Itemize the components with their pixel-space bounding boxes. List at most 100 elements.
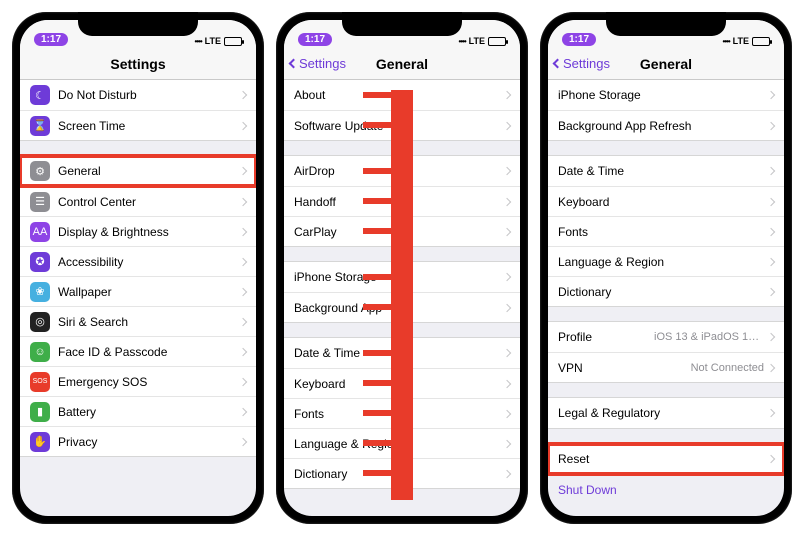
highlight-tick (363, 440, 391, 446)
highlight-tick (363, 198, 391, 204)
row-screen-time[interactable]: ⌛Screen Time (20, 110, 256, 140)
row-label: Keyboard (558, 195, 768, 209)
highlight-tick (363, 350, 391, 356)
chevron-right-icon (503, 409, 511, 417)
row-accessibility[interactable]: ✪Accessibility (20, 246, 256, 276)
page-title: General (640, 56, 692, 72)
row-reset[interactable]: Reset (548, 444, 784, 474)
row-label: Siri & Search (58, 315, 240, 329)
chevron-left-icon (289, 59, 299, 69)
row-battery[interactable]: ▮Battery (20, 396, 256, 426)
shut-down-button[interactable]: Shut Down (548, 475, 784, 505)
chevron-right-icon (767, 455, 775, 463)
row-label: VPN (558, 361, 691, 375)
chevron-right-icon (503, 121, 511, 129)
carrier-label: LTE (733, 36, 749, 46)
wallpaper-icon: ❀ (30, 282, 50, 302)
chevron-right-icon (767, 409, 775, 417)
chevron-right-icon (767, 121, 775, 129)
row-label: Screen Time (58, 119, 240, 133)
row-label: Date & Time (558, 164, 768, 178)
siri-icon: ◎ (30, 312, 50, 332)
back-button[interactable]: Settings (554, 56, 610, 71)
settings-group: ☾Do Not Disturb⌛Screen Time (20, 80, 256, 141)
status-time: 1:17 (34, 33, 68, 46)
row-privacy[interactable]: ✋Privacy (20, 426, 256, 456)
back-button[interactable]: Settings (290, 56, 346, 71)
row-display-brightness[interactable]: AADisplay & Brightness (20, 216, 256, 246)
settings-group: ProfileiOS 13 & iPadOS 13 Beta Softwar..… (548, 321, 784, 383)
highlight-tick (363, 168, 391, 174)
highlight-bar (391, 90, 413, 500)
switches-icon: ☰ (30, 192, 50, 212)
back-label: Settings (563, 56, 610, 71)
row-date-time[interactable]: Date & Time (548, 156, 784, 186)
general-list-scrolled[interactable]: iPhone StorageBackground App Refresh Date… (548, 80, 784, 516)
row-general[interactable]: ⚙ General (20, 156, 256, 186)
moon-icon: ☾ (30, 85, 50, 105)
highlight-tick (363, 380, 391, 386)
signal-icon: •••• (194, 37, 201, 46)
chevron-right-icon (767, 363, 775, 371)
battery-icon: ▮ (30, 402, 50, 422)
highlight-tick (363, 274, 391, 280)
row-control-center[interactable]: ☰Control Center (20, 186, 256, 216)
page-title: General (376, 56, 428, 72)
settings-list[interactable]: ☾Do Not Disturb⌛Screen Time ⚙ General ☰Cont… (20, 80, 256, 516)
settings-group: Date & Time Keyboard FontsLanguage & Regio… (548, 155, 784, 307)
faceid-icon: ☺ (30, 342, 50, 362)
row-profile[interactable]: ProfileiOS 13 & iPadOS 13 Beta Softwar..… (548, 322, 784, 352)
row-vpn[interactable]: VPNNot Connected (548, 352, 784, 382)
screen-3: 1:17 •••• LTE Settings General iPhone St… (548, 20, 784, 516)
row-label: Wallpaper (58, 285, 240, 299)
privacy-icon: ✋ (30, 432, 50, 452)
row-dictionary[interactable]: Dictionary (548, 276, 784, 306)
row-language-region[interactable]: Language & Region (548, 246, 784, 276)
status-time: 1:17 (562, 33, 596, 46)
row-do-not-disturb[interactable]: ☾Do Not Disturb (20, 80, 256, 110)
row-detail: iOS 13 & iPadOS 13 Beta Softwar... (654, 331, 764, 343)
chevron-right-icon (767, 167, 775, 175)
chevron-right-icon (503, 469, 511, 477)
row-siri-search[interactable]: ◎ Siri & Search (20, 306, 256, 336)
chevron-right-icon (239, 121, 247, 129)
row-label: Emergency SOS (58, 375, 240, 389)
chevron-right-icon (503, 379, 511, 387)
row-wallpaper[interactable]: ❀ Wallpaper (20, 276, 256, 306)
row-label: General (58, 164, 240, 178)
back-label: Settings (299, 56, 346, 71)
chevron-right-icon (503, 197, 511, 205)
chevron-right-icon (239, 437, 247, 445)
chevron-right-icon (503, 273, 511, 281)
chevron-right-icon (239, 197, 247, 205)
row-background-app-refresh[interactable]: Background App Refresh (548, 110, 784, 140)
highlight-tick (363, 410, 391, 416)
row-iphone-storage[interactable]: iPhone Storage (548, 80, 784, 110)
row-label: Profile (558, 330, 654, 344)
row-legal-regulatory[interactable]: Legal & Regulatory (548, 398, 784, 428)
chevron-left-icon (553, 59, 563, 69)
carrier-label: LTE (205, 36, 221, 46)
highlight-tick (363, 122, 391, 128)
row-emergency-sos[interactable]: SOS Emergency SOS (20, 366, 256, 396)
sos-icon: SOS (30, 372, 50, 392)
phone-frame-3: 1:17 •••• LTE Settings General iPhone St… (540, 12, 792, 524)
row-face-id-passcode[interactable]: ☺Face ID & Passcode (20, 336, 256, 366)
row-fonts[interactable]: Fonts (548, 216, 784, 246)
highlight-tick (363, 470, 391, 476)
status-right: •••• LTE (194, 36, 242, 46)
chevron-right-icon (239, 91, 247, 99)
row-keyboard[interactable]: Keyboard (548, 186, 784, 216)
chevron-right-icon (767, 91, 775, 99)
accessibility-icon: ✪ (30, 252, 50, 272)
gear-icon: ⚙ (30, 161, 50, 181)
chevron-right-icon (239, 287, 247, 295)
page-title: Settings (110, 56, 165, 72)
brightness-icon: AA (30, 222, 50, 242)
chevron-right-icon (767, 197, 775, 205)
navbar: Settings General (548, 48, 784, 80)
battery-icon (752, 37, 770, 46)
chevron-right-icon (767, 227, 775, 235)
signal-icon: •••• (458, 37, 465, 46)
chevron-right-icon (767, 287, 775, 295)
